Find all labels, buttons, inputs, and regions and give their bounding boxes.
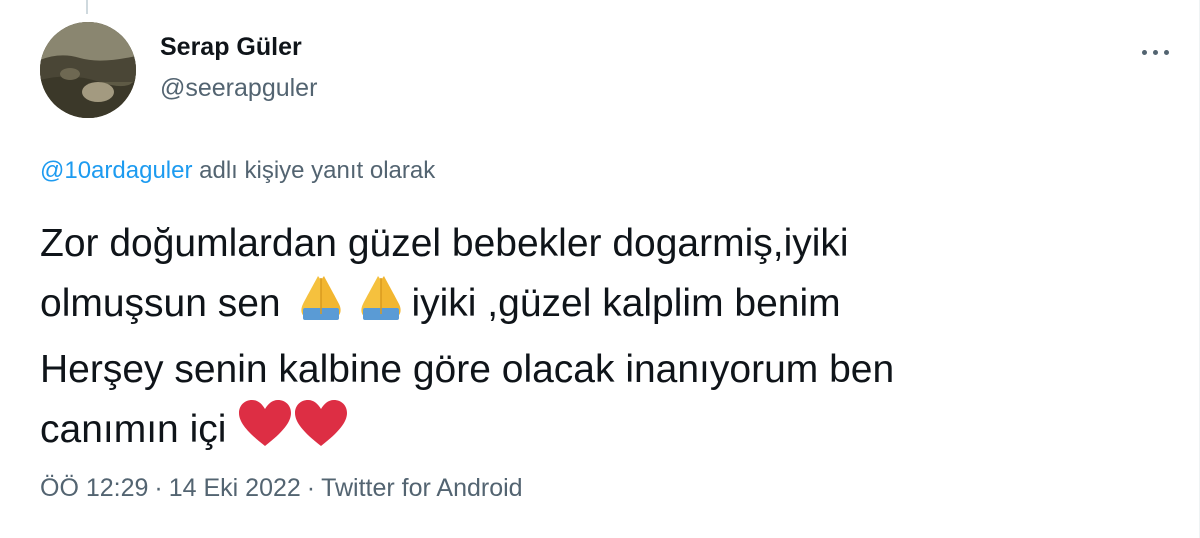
thread-connector-line [86, 0, 88, 14]
author-handle[interactable]: @seerapguler [160, 74, 317, 103]
tweet-line: Zor doğumlardan güzel bebekler dogarmiş,… [40, 222, 849, 265]
tweet-text: Zor doğumlardan güzel bebekler dogarmiş,… [40, 214, 1160, 466]
tweet-metadata: ÖÖ 12:29 · 14 Eki 2022 · Twitter for Android [40, 474, 523, 503]
tweet-time[interactable]: ÖÖ 12:29 [40, 474, 148, 502]
folded-hands-emoji-icon [291, 274, 351, 340]
red-heart-emoji-icon [293, 400, 349, 466]
tweet-date[interactable]: 14 Eki 2022 [169, 474, 301, 502]
more-dot [1152, 49, 1158, 55]
more-dot [1141, 49, 1147, 55]
avatar[interactable] [40, 22, 136, 118]
tweet-source-link[interactable]: Twitter for Android [321, 474, 522, 502]
separator: · [154, 474, 163, 502]
tweet-text-segment: canımın içi [40, 408, 238, 451]
tweet-line: olmuşsun sen iyiki ,güzel kalplim benim [40, 274, 1160, 340]
more-dot [1163, 49, 1169, 55]
reply-context: @10ardaguler adlı kişiye yanıt olarak [40, 157, 435, 185]
more-options-button[interactable] [1133, 30, 1177, 74]
separator: · [306, 474, 316, 502]
reply-mention-link[interactable]: @10ardaguler [40, 157, 192, 184]
reply-context-text: adlı kişiye yanıt olarak [192, 157, 436, 184]
tweet-text-segment: iyiki ,güzel kalplim benim [411, 282, 841, 325]
tweet-text-segment: olmuşsun sen [40, 282, 292, 325]
red-heart-emoji-icon [237, 400, 293, 466]
tweet-line: canımın içi [40, 400, 1160, 466]
tweet-line: Herşey senin kalbine göre olacak inanıyo… [40, 348, 895, 391]
folded-hands-emoji-icon [351, 274, 411, 340]
author-display-name[interactable]: Serap Güler [160, 33, 302, 62]
